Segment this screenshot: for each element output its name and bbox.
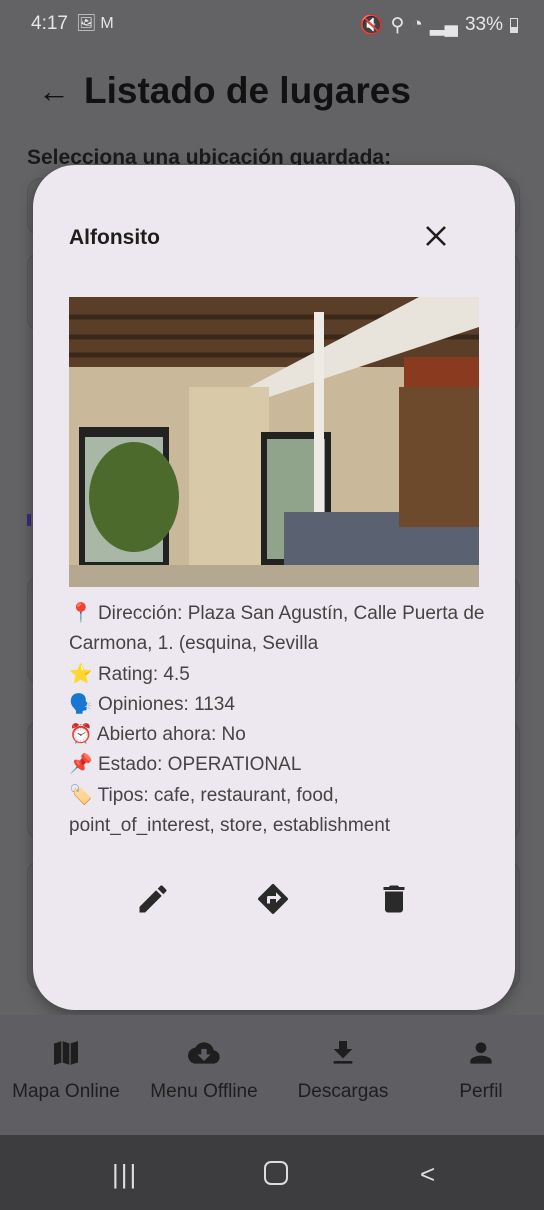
nav-label: Descargas xyxy=(297,1081,389,1102)
person-icon xyxy=(470,1042,492,1064)
place-photo xyxy=(69,297,479,587)
signal-icon: ▂▄ xyxy=(429,14,458,36)
address-text: Dirección: Plaza San Agustín, Calle Puer… xyxy=(69,603,485,655)
app-bar: ← Listado de lugares xyxy=(38,70,411,112)
nav-menu-offline[interactable]: Menu Offline xyxy=(136,1037,272,1103)
speaking-head-icon: 🗣️ xyxy=(69,693,93,715)
system-back-icon[interactable]: < xyxy=(420,1159,435,1190)
place-detail-dialog: Alfonsito 📍 Dirección: Plaza San Agustín… xyxy=(33,165,515,1010)
battery-icon xyxy=(510,17,518,33)
home-icon[interactable] xyxy=(264,1161,288,1185)
wifi-icon: ◔ xyxy=(411,14,423,35)
place-info: 📍 Dirección: Plaza San Agustín, Calle Pu… xyxy=(69,599,489,841)
delete-icon[interactable] xyxy=(376,881,412,917)
open-now-line: ⏰ Abierto ahora: No xyxy=(69,720,489,750)
back-arrow-icon[interactable]: ← xyxy=(38,73,70,110)
open-now-text: Abierto ahora: No xyxy=(96,724,246,746)
reviews-line: 🗣️ Opiniones: 1134 xyxy=(69,690,489,720)
nav-perfil[interactable]: Perfil xyxy=(413,1037,544,1103)
bottom-navigation: Mapa Online Menu Offline Descargas Perfi… xyxy=(0,1015,544,1135)
star-icon: ⭐ xyxy=(69,663,93,685)
types-text: Tipos: cafe, restaurant, food, point_of_… xyxy=(69,784,391,837)
nav-mapa-online[interactable]: Mapa Online xyxy=(0,1037,134,1103)
nav-descargas[interactable]: Descargas xyxy=(275,1037,411,1103)
types-line: 🏷️ Tipos: cafe, restaurant, food, point_… xyxy=(69,781,489,842)
notification-icons: 🖼M xyxy=(76,15,118,32)
accent-mark xyxy=(27,514,31,526)
dialog-title: Alfonsito xyxy=(69,226,160,249)
map-icon xyxy=(54,1041,78,1065)
system-navigation-bar: ||| < xyxy=(0,1135,544,1210)
rating-line: ⭐ Rating: 4.5 xyxy=(69,660,489,690)
pin-icon: 📍 xyxy=(69,603,93,624)
cloud-download-icon xyxy=(188,1042,220,1064)
nav-label: Mapa Online xyxy=(12,1081,120,1102)
location-icon: ⚲ xyxy=(390,14,405,36)
edit-icon[interactable] xyxy=(135,881,171,917)
status-right: 🔇 ⚲ ◔ ▂▄ 33% xyxy=(360,13,518,37)
reviews-text: Opiniones: 1134 xyxy=(97,693,235,715)
close-icon[interactable] xyxy=(421,221,451,251)
mute-icon: 🔇 xyxy=(359,15,384,36)
battery-level: 33% xyxy=(464,14,503,35)
nav-label: Perfil xyxy=(459,1081,503,1102)
nav-label: Menu Offline xyxy=(150,1081,258,1102)
status-bar: 4:17 🖼M 🔇 ⚲ ◔ ▂▄ 33% xyxy=(0,0,544,48)
status-line: 📌 Estado: OPERATIONAL xyxy=(69,750,489,780)
recent-apps-icon[interactable]: ||| xyxy=(112,1159,138,1190)
status-time: 4:17 xyxy=(31,13,68,34)
rating-text: Rating: 4.5 xyxy=(97,663,190,685)
address-line: 📍 Dirección: Plaza San Agustín, Calle Pu… xyxy=(69,599,489,660)
status-text: Estado: OPERATIONAL xyxy=(97,754,302,776)
download-icon xyxy=(333,1041,353,1064)
label-icon: 🏷️ xyxy=(69,784,93,806)
page-title: Listado de lugares xyxy=(84,70,411,111)
directions-icon[interactable] xyxy=(255,881,291,917)
pushpin-icon: 📌 xyxy=(69,754,93,776)
alarm-clock-icon: ⏰ xyxy=(69,724,93,746)
